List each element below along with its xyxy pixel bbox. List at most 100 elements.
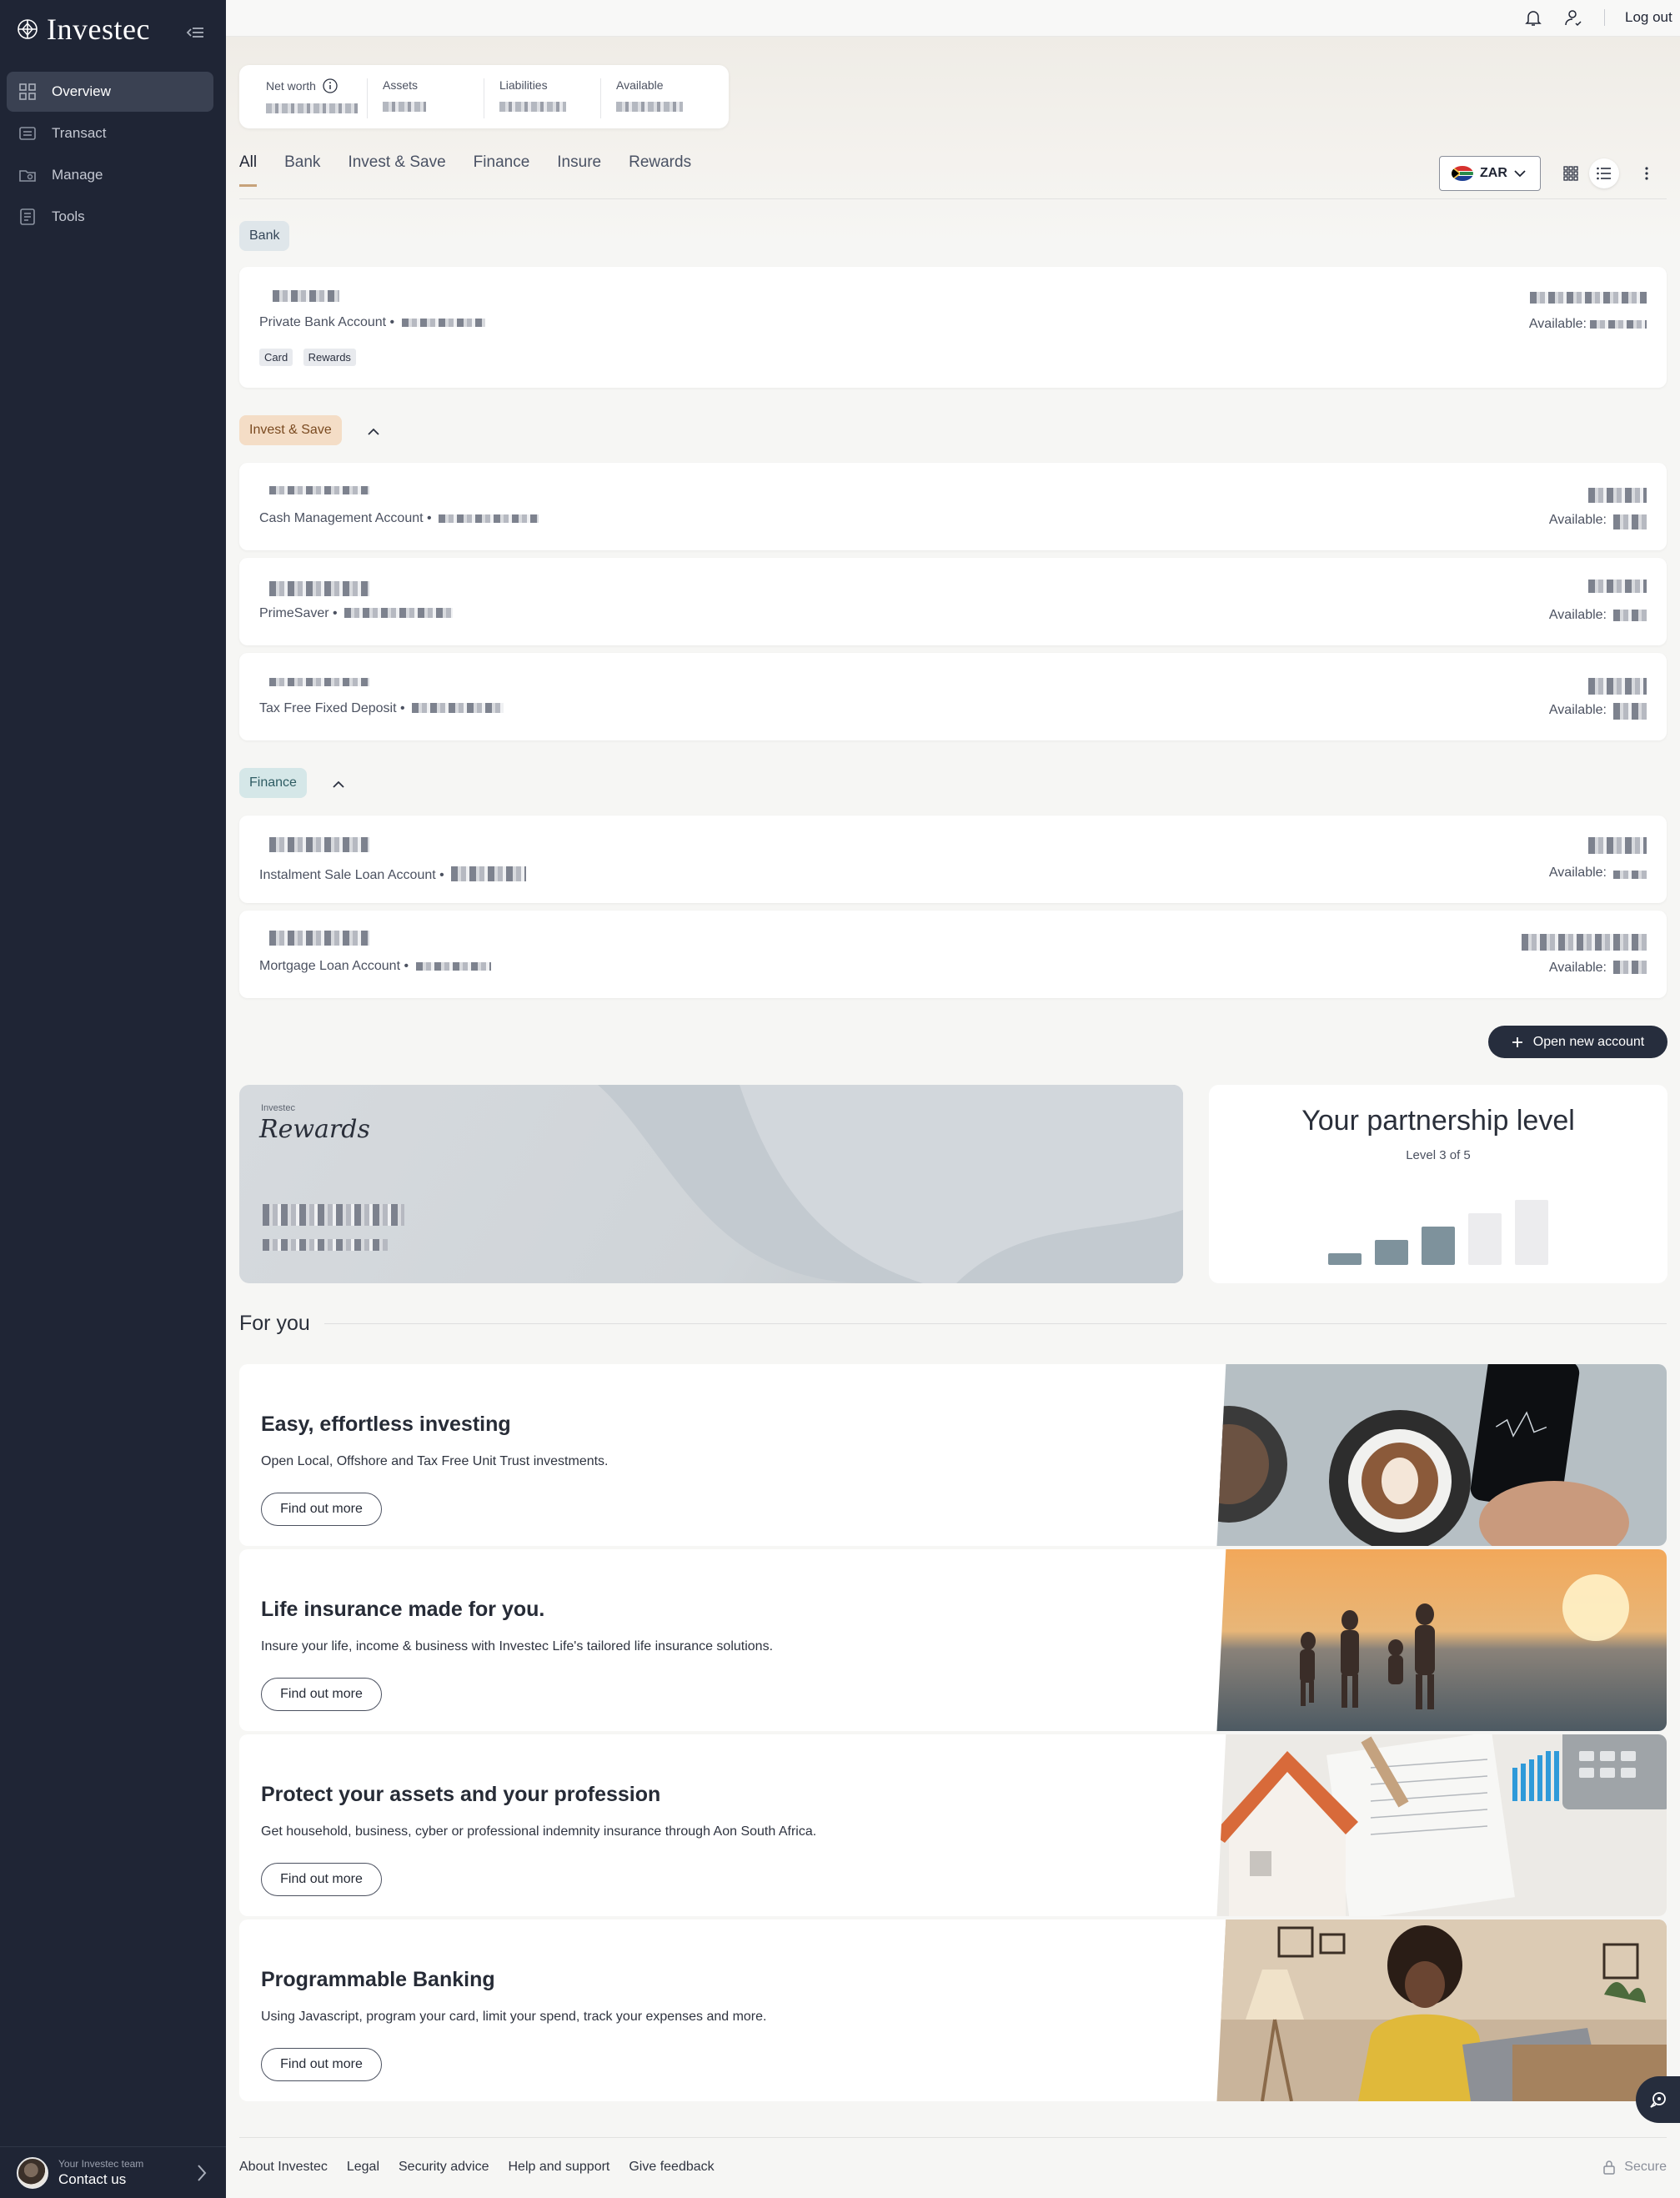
find-out-more-button[interactable]: Find out more xyxy=(261,1678,382,1711)
available-label: Available: xyxy=(1548,513,1607,527)
footer-link-security[interactable]: Security advice xyxy=(399,2160,489,2175)
open-new-account-button[interactable]: Open new account xyxy=(1488,1026,1667,1058)
rewards-card[interactable]: Investec Rewards xyxy=(239,1085,1183,1283)
partnership-subtitle: Level 3 of 5 xyxy=(1406,1148,1471,1162)
contact-label: Contact us xyxy=(58,2170,127,2187)
sidebar-item-label: Transact xyxy=(52,125,107,141)
tools-icon xyxy=(20,208,35,225)
sidebar-item-tools[interactable]: Tools xyxy=(7,197,213,237)
masked-account-number xyxy=(439,514,539,523)
liabilities-label: Liabilities xyxy=(499,78,548,92)
account-card-tax-free[interactable]: Tax Free Fixed Deposit • Available: xyxy=(239,653,1667,740)
more-options-button[interactable] xyxy=(1632,158,1662,188)
section-chip-invest-save: Invest & Save xyxy=(239,415,342,445)
masked-balance xyxy=(1588,488,1647,503)
secure-label: Secure xyxy=(1624,2160,1667,2174)
contact-us-button[interactable]: Your Investec team Contact us xyxy=(0,2146,226,2198)
logout-link[interactable]: Log out xyxy=(1625,9,1672,26)
sidebar: Investec Overview Transact Manage Tools … xyxy=(0,0,226,2198)
partnership-title: Your partnership level xyxy=(1301,1105,1575,1137)
available-label: Available: xyxy=(1528,317,1587,331)
account-card-cash-management[interactable]: Cash Management Account • Available: xyxy=(239,463,1667,550)
assets: Assets xyxy=(368,78,484,118)
for-you-divider xyxy=(324,1323,1667,1324)
avatar xyxy=(17,2156,48,2189)
section-chip-finance: Finance xyxy=(239,768,307,798)
south-africa-flag-icon xyxy=(1452,166,1473,181)
account-type: Tax Free Fixed Deposit • xyxy=(259,701,504,716)
sidebar-item-label: Tools xyxy=(52,208,85,224)
info-icon[interactable] xyxy=(323,78,338,93)
tab-bank[interactable]: Bank xyxy=(284,153,320,187)
tab-all[interactable]: All xyxy=(239,153,258,187)
tabs-divider xyxy=(239,198,1667,199)
sidebar-item-manage[interactable]: Manage xyxy=(7,155,213,195)
masked-account-number xyxy=(451,866,527,881)
currency-select[interactable]: ZAR xyxy=(1439,156,1541,191)
transact-icon xyxy=(19,127,36,140)
available-label: Available xyxy=(616,78,664,92)
footer-link-legal[interactable]: Legal xyxy=(347,2160,379,2175)
tab-invest-save[interactable]: Invest & Save xyxy=(348,153,445,187)
footer-link-help[interactable]: Help and support xyxy=(509,2160,610,2175)
masked-available xyxy=(1613,961,1647,974)
partnership-level-card[interactable]: Your partnership level Level 3 of 5 xyxy=(1209,1085,1667,1283)
kebab-menu-icon xyxy=(1645,167,1648,180)
promo-title: Life insurance made for you. xyxy=(261,1598,545,1621)
chat-button[interactable] xyxy=(1636,2076,1680,2123)
account-type-label: Mortgage Loan Account • xyxy=(259,959,409,973)
chevron-up-icon[interactable] xyxy=(331,779,346,789)
tab-rewards[interactable]: Rewards xyxy=(629,153,691,187)
brand-logo[interactable]: Investec xyxy=(17,12,150,47)
bell-icon[interactable] xyxy=(1523,8,1543,28)
lock-icon xyxy=(1603,2160,1616,2175)
grid-view-button[interactable] xyxy=(1556,158,1586,188)
promo-text: Get household, business, cyber or profes… xyxy=(261,1824,817,1839)
masked-value xyxy=(263,1239,388,1251)
tab-insure[interactable]: Insure xyxy=(557,153,601,187)
account-type-label: PrimeSaver • xyxy=(259,606,338,620)
find-out-more-button[interactable]: Find out more xyxy=(261,1863,382,1896)
house-documents-image xyxy=(1212,1734,1667,1916)
account-card-primesaver[interactable]: PrimeSaver • Available: xyxy=(239,558,1667,645)
account-card-private-bank[interactable]: Private Bank Account • Card Rewards Avai… xyxy=(239,267,1667,388)
masked-account-name xyxy=(269,931,369,946)
main-content: Log out Net worth Assets Liabilities Ava… xyxy=(226,0,1680,2198)
grid-icon xyxy=(1563,166,1578,181)
account-card-mortgage[interactable]: Mortgage Loan Account • Available: xyxy=(239,911,1667,998)
plus-icon xyxy=(1512,1036,1522,1047)
contact-team-label: Your Investec team xyxy=(58,2157,144,2170)
level-bar-1 xyxy=(1328,1253,1362,1265)
promo-text: Using Javascript, program your card, lim… xyxy=(261,2010,767,2024)
find-out-more-button[interactable]: Find out more xyxy=(261,1493,382,1526)
overview-icon xyxy=(19,83,36,100)
footer-link-feedback[interactable]: Give feedback xyxy=(629,2160,714,2175)
net-worth: Net worth xyxy=(251,78,368,118)
rewards-background-shape xyxy=(598,1085,1183,1283)
find-out-more-button[interactable]: Find out more xyxy=(261,2048,382,2081)
for-you-heading: For you xyxy=(239,1312,310,1335)
account-type: Mortgage Loan Account • xyxy=(259,959,491,974)
divider xyxy=(1604,9,1605,26)
account-type-label: Tax Free Fixed Deposit • xyxy=(259,701,405,715)
profile-icon[interactable] xyxy=(1563,8,1583,28)
sidebar-item-transact[interactable]: Transact xyxy=(7,113,213,153)
list-view-button[interactable] xyxy=(1589,158,1619,188)
masked-account-number xyxy=(401,319,485,327)
account-card-instalment-sale[interactable]: Instalment Sale Loan Account • Available… xyxy=(239,815,1667,903)
sidebar-item-label: Overview xyxy=(52,83,111,99)
collapse-sidebar-icon[interactable] xyxy=(185,23,207,42)
section-chip-bank: Bank xyxy=(239,221,290,251)
masked-balance xyxy=(1588,837,1647,854)
sidebar-item-overview[interactable]: Overview xyxy=(7,72,213,112)
masked-account-name xyxy=(269,678,369,686)
footer-link-about[interactable]: About Investec xyxy=(239,2160,328,2175)
promo-title: Protect your assets and your profession xyxy=(261,1783,661,1806)
available-label: Available: xyxy=(1548,608,1607,622)
available: Available xyxy=(601,78,717,118)
chevron-up-icon[interactable] xyxy=(366,426,381,436)
tab-finance[interactable]: Finance xyxy=(474,153,530,187)
available-label: Available: xyxy=(1548,703,1607,717)
available-label: Available: xyxy=(1548,866,1607,880)
net-worth-summary: Net worth Assets Liabilities Available xyxy=(239,65,729,128)
